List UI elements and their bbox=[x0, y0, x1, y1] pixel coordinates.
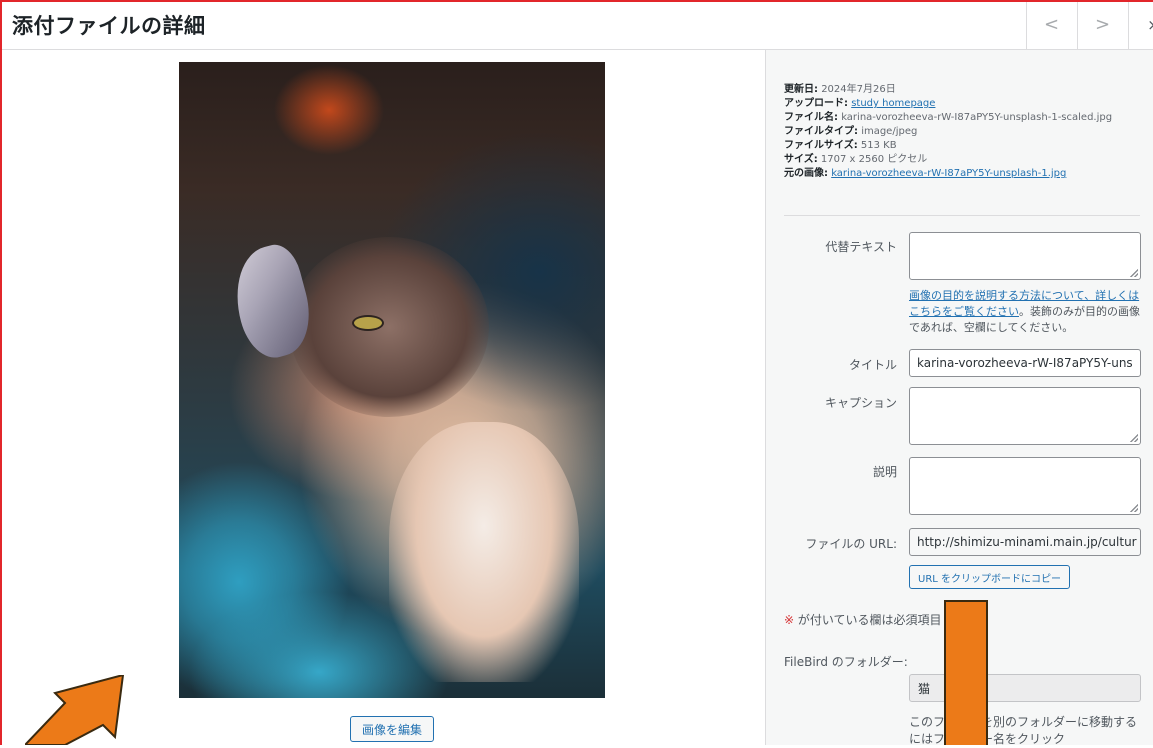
image-detail-cat-head bbox=[289, 237, 489, 417]
alt-text-help: 画像の目的を説明する方法について、詳しくはこちらをご覧ください。装飾のみが目的の… bbox=[909, 289, 1140, 334]
required-fields-note: ※ が付いている欄は必須項目 bbox=[784, 613, 942, 627]
detail-dimensions: サイズ: 1707 x 2560 ピクセル bbox=[784, 154, 928, 165]
filebird-folder-label: FileBird のフォルダー: bbox=[784, 655, 908, 669]
caption-field[interactable] bbox=[909, 387, 1141, 445]
modal-header: 添付ファイルの詳細 < > × bbox=[0, 0, 1153, 50]
resize-handle-icon[interactable] bbox=[1130, 504, 1138, 512]
annotation-arrow-bar bbox=[944, 600, 988, 745]
resize-handle-icon[interactable] bbox=[1130, 434, 1138, 442]
file-url-label: ファイルの URL: bbox=[805, 537, 897, 551]
next-attachment-button[interactable]: > bbox=[1077, 0, 1127, 49]
copy-url-button[interactable]: URL をクリップボードにコピー bbox=[909, 565, 1071, 589]
uploaded-to-link[interactable]: study homepage bbox=[851, 98, 935, 109]
close-button[interactable]: × bbox=[1128, 0, 1153, 49]
close-icon: × bbox=[1147, 16, 1153, 34]
file-details: 更新日: 2024年7月26日 アップロード: study homepage フ… bbox=[784, 83, 1149, 181]
file-url-field[interactable]: http://shimizu-minami.main.jp/cultur bbox=[909, 528, 1141, 556]
caption-label: キャプション bbox=[824, 396, 897, 410]
alt-text-label: 代替テキスト bbox=[825, 240, 897, 254]
image-detail-fur bbox=[389, 422, 579, 682]
edit-image-button[interactable]: 画像を編集 bbox=[350, 716, 434, 742]
alt-text-field[interactable] bbox=[909, 232, 1141, 280]
description-field[interactable] bbox=[909, 457, 1141, 515]
previous-attachment-button[interactable]: < bbox=[1026, 0, 1076, 49]
annotation-arrow-icon bbox=[25, 675, 125, 745]
divider bbox=[784, 215, 1140, 216]
detail-filetype: ファイルタイプ: image/jpeg bbox=[784, 126, 918, 137]
image-preview-pane: 画像を編集 bbox=[2, 50, 765, 745]
modal-title: 添付ファイルの詳細 bbox=[12, 14, 206, 38]
attachment-image bbox=[179, 62, 605, 698]
resize-handle-icon[interactable] bbox=[1130, 269, 1138, 277]
chevron-left-icon: < bbox=[1043, 14, 1060, 35]
detail-updated: 更新日: 2024年7月26日 bbox=[784, 84, 896, 95]
original-image-link[interactable]: karina-vorozheeva-rW-I87aPY5Y-unsplash-1… bbox=[831, 168, 1066, 179]
title-label: タイトル bbox=[848, 358, 897, 372]
chevron-right-icon: > bbox=[1094, 14, 1111, 35]
detail-uploaded: アップロード: study homepage bbox=[784, 98, 936, 109]
detail-filesize: ファイルサイズ: 513 KB bbox=[784, 140, 897, 151]
image-detail-cat-eye bbox=[354, 317, 382, 329]
description-label: 説明 bbox=[872, 465, 897, 479]
detail-filename: ファイル名: karina-vorozheeva-rW-I87aPY5Y-uns… bbox=[784, 112, 1113, 123]
detail-original: 元の画像: karina-vorozheeva-rW-I87aPY5Y-unsp… bbox=[784, 168, 1067, 179]
title-field[interactable]: karina-vorozheeva-rW-I87aPY5Y-uns bbox=[909, 349, 1141, 377]
